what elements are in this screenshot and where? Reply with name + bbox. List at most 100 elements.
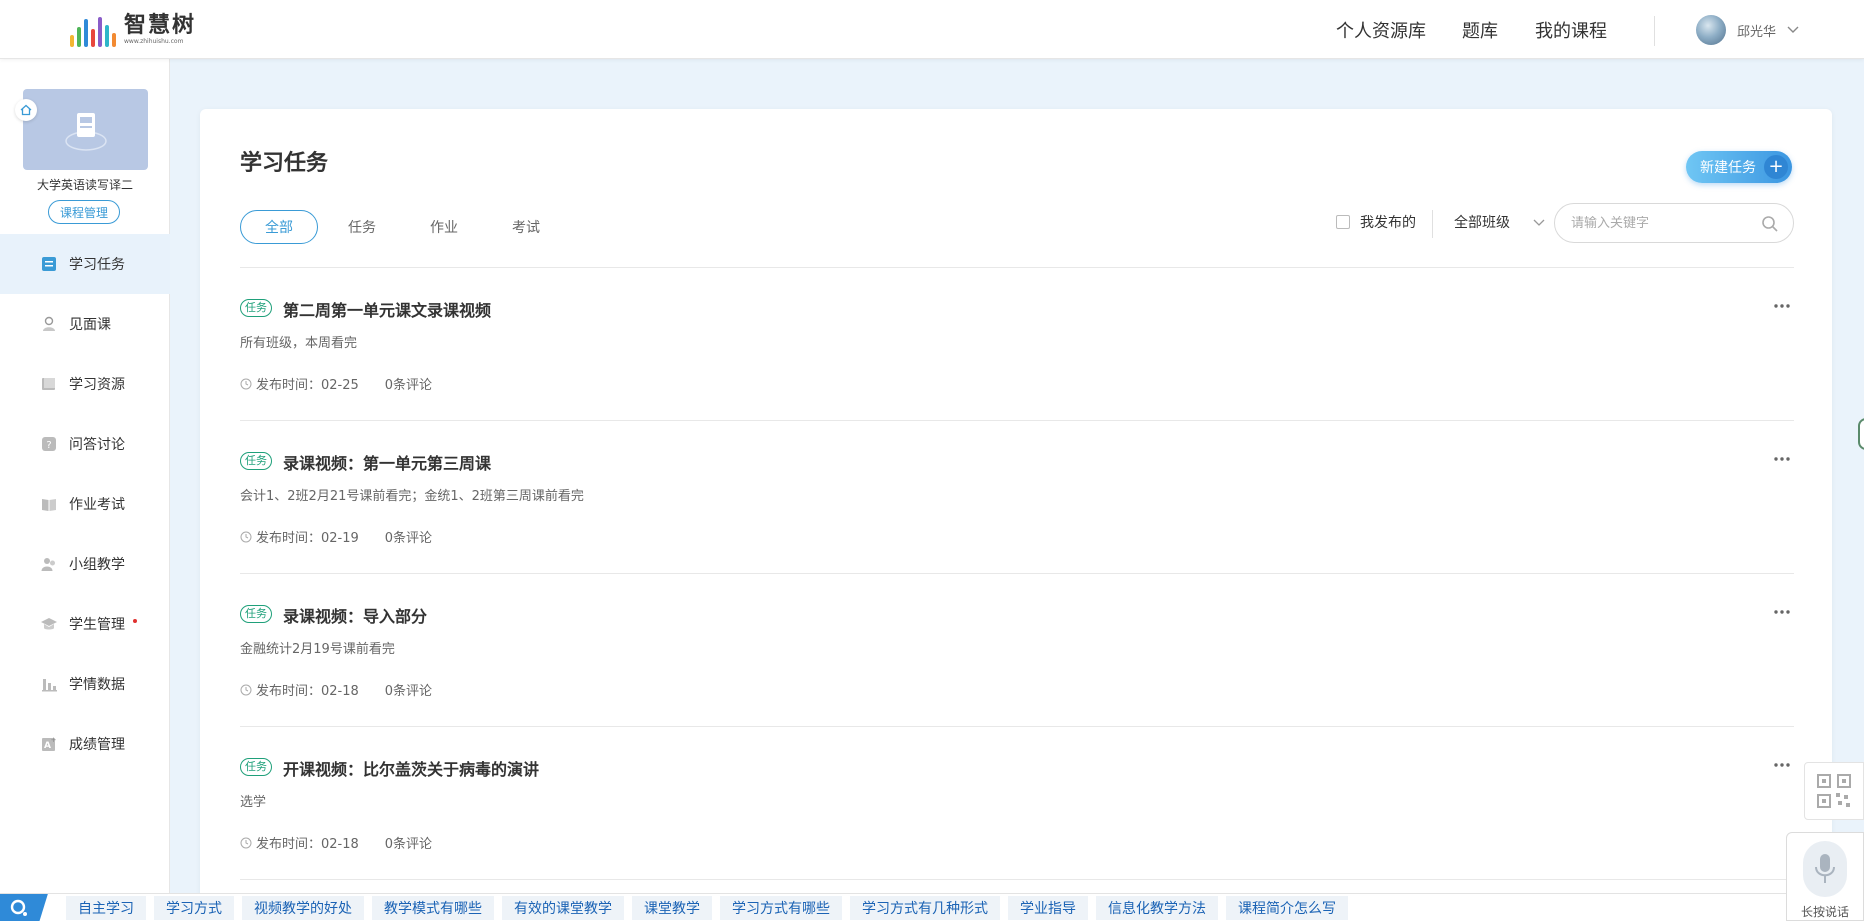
zhihuishu-logo[interactable]: 智慧树 www.zhihuishu.com (70, 12, 196, 48)
more-options-icon[interactable] (1770, 449, 1794, 469)
task-list-icon (40, 255, 58, 273)
nav-my-courses[interactable]: 我的课程 (1535, 0, 1607, 59)
task-title[interactable]: 第二周第一单元课文录课视频 (283, 297, 491, 321)
nav-personal-resources[interactable]: 个人资源库 (1336, 0, 1426, 59)
tab-task[interactable]: 任务 (348, 217, 376, 237)
keyword-link[interactable]: 学习方式有哪些 (720, 895, 842, 920)
keyword-link[interactable]: 信息化教学方法 (1096, 895, 1218, 920)
sidebar-item-learning-tasks[interactable]: 学习任务 (0, 234, 170, 294)
comment-count[interactable]: 0条评论 (385, 680, 432, 699)
logo-bars-icon (70, 13, 116, 47)
task-description: 所有班级，本周看完 (240, 336, 358, 351)
keyword-link[interactable]: 学习方式 (154, 895, 234, 920)
clock-icon (240, 531, 252, 542)
more-options-icon[interactable] (1770, 296, 1794, 316)
task-tag: 任务 (240, 299, 272, 317)
tab-homework[interactable]: 作业 (430, 217, 458, 237)
course-book-icon (64, 112, 107, 151)
course-manage-button[interactable]: 课程管理 (48, 200, 120, 224)
task-description: 选学 (240, 795, 267, 810)
tab-exam[interactable]: 考试 (512, 217, 540, 237)
clock-icon (240, 684, 252, 695)
search-input[interactable] (1571, 215, 1751, 231)
sidebar-item-group-teaching[interactable]: 小组教学 (0, 534, 170, 594)
notification-dot (133, 619, 137, 623)
task-item[interactable]: 任务 录课视频：导入部分 金融统计2月19号课前看完 发布时间：02-18 0条… (240, 574, 1794, 727)
sidebar-item-grade-management[interactable]: A + 成绩管理 (0, 714, 170, 774)
sidebar-item-qa-discussion[interactable]: ? 问答讨论 (0, 414, 170, 474)
filter-divider (1432, 210, 1433, 238)
checkbox-box[interactable] (1336, 215, 1350, 229)
task-item[interactable]: 任务 第二周第一单元课文录课视频 所有班级，本周看完 发布时间：02-25 0条… (240, 268, 1794, 421)
keyword-list: 自主学习 学习方式 视频教学的好处 教学模式有哪些 有效的课堂教学 课堂教学 学… (66, 895, 1348, 920)
publish-time: 发布时间：02-19 (256, 531, 359, 546)
course-cover[interactable] (23, 89, 148, 170)
username[interactable]: 邱光华 (1737, 21, 1776, 40)
keyword-link[interactable]: 自主学习 (66, 895, 146, 920)
book-stack-icon (40, 375, 58, 393)
comment-count[interactable]: 0条评论 (385, 833, 432, 852)
more-options-icon[interactable] (1770, 602, 1794, 622)
keyword-link[interactable]: 教学模式有哪些 (372, 895, 494, 920)
keyword-link[interactable]: 视频教学的好处 (242, 895, 364, 920)
chevron-down-icon (1533, 219, 1545, 226)
voice-input-widget[interactable]: 长按说话 (1786, 832, 1864, 921)
keyword-link[interactable]: 学业指导 (1008, 895, 1088, 920)
question-icon: ? (40, 435, 58, 453)
task-item[interactable]: 任务 开课视频：比尔盖茨关于病毒的演讲 选学 发布时间：02-18 0条评论 (240, 727, 1794, 880)
home-icon[interactable] (15, 99, 37, 121)
page-title: 学习任务 (240, 151, 329, 176)
keyword-link[interactable]: 学习方式有几种形式 (850, 895, 1000, 920)
class-select-dropdown[interactable]: 全部班级 (1454, 212, 1546, 232)
sidebar-item-label: 问答讨论 (69, 437, 125, 453)
search-brand-icon[interactable] (0, 893, 48, 921)
sidebar-item-homework-exam[interactable]: 作业考试 (0, 474, 170, 534)
floating-assistant-handle[interactable] (1858, 418, 1864, 450)
plus-icon: + (1764, 155, 1788, 179)
sidebar-item-learning-data[interactable]: 学情数据 (0, 654, 170, 714)
publish-time: 发布时间：02-18 (256, 684, 359, 699)
task-item[interactable]: 任务 录课视频：第一单元第三周课 会计1、2班2月21号课前看完；金统1、2班第… (240, 421, 1794, 574)
keyword-link[interactable]: 有效的课堂教学 (502, 895, 624, 920)
voice-label: 长按说话 (1800, 905, 1849, 919)
qr-code-icon[interactable] (1804, 762, 1864, 820)
logo-url: www.zhihuishu.com (124, 38, 184, 45)
clock-icon (240, 378, 252, 389)
svg-text:+: + (51, 736, 57, 744)
task-title[interactable]: 开课视频：比尔盖茨关于病毒的演讲 (283, 756, 539, 780)
sidebar-item-learning-resources[interactable]: 学习资源 (0, 354, 170, 414)
grade-icon: A + (40, 735, 58, 753)
keyword-link[interactable]: 课程简介怎么写 (1226, 895, 1348, 920)
sidebar-item-student-management[interactable]: 学生管理 (0, 594, 170, 654)
svg-text:?: ? (46, 440, 51, 451)
graduation-cap-icon (40, 615, 58, 633)
comment-count[interactable]: 0条评论 (385, 374, 432, 393)
microphone-icon[interactable] (1803, 841, 1847, 897)
comment-count[interactable]: 0条评论 (385, 527, 432, 546)
publish-time: 发布时间：02-18 (256, 837, 359, 852)
sidebar-menu: 学习任务 见面课 学习资源 ? 问答讨论 作业考试 小组教学 学生管理 学情数据… (0, 234, 170, 774)
task-tag: 任务 (240, 758, 272, 776)
avatar[interactable] (1696, 15, 1726, 45)
chevron-down-icon[interactable] (1786, 22, 1800, 36)
more-options-icon[interactable] (1770, 755, 1794, 775)
search-box (1554, 203, 1794, 243)
task-description: 金融统计2月19号课前看完 (240, 642, 395, 657)
sidebar-item-label: 学习资源 (69, 377, 125, 393)
bar-chart-icon (40, 675, 58, 693)
my-published-label: 我发布的 (1360, 215, 1416, 231)
sidebar-item-meeting-class[interactable]: 见面课 (0, 294, 170, 354)
tab-all[interactable]: 全部 (240, 210, 318, 244)
main-card: 学习任务 新建任务 + 全部 任务 作业 考试 我发布的 全部班级 任务 第二周… (200, 109, 1832, 921)
task-title[interactable]: 录课视频：第一单元第三周课 (283, 450, 491, 474)
task-title[interactable]: 录课视频：导入部分 (283, 603, 427, 627)
search-icon[interactable] (1761, 215, 1779, 233)
course-name: 大学英语读写译二 (36, 178, 133, 192)
my-published-checkbox[interactable]: 我发布的 (1336, 212, 1416, 232)
person-icon (40, 315, 58, 333)
task-tag: 任务 (240, 452, 272, 470)
nav-question-bank[interactable]: 题库 (1462, 0, 1498, 59)
clock-icon (240, 837, 252, 848)
new-task-button[interactable]: 新建任务 + (1686, 151, 1792, 183)
keyword-link[interactable]: 课堂教学 (632, 895, 712, 920)
